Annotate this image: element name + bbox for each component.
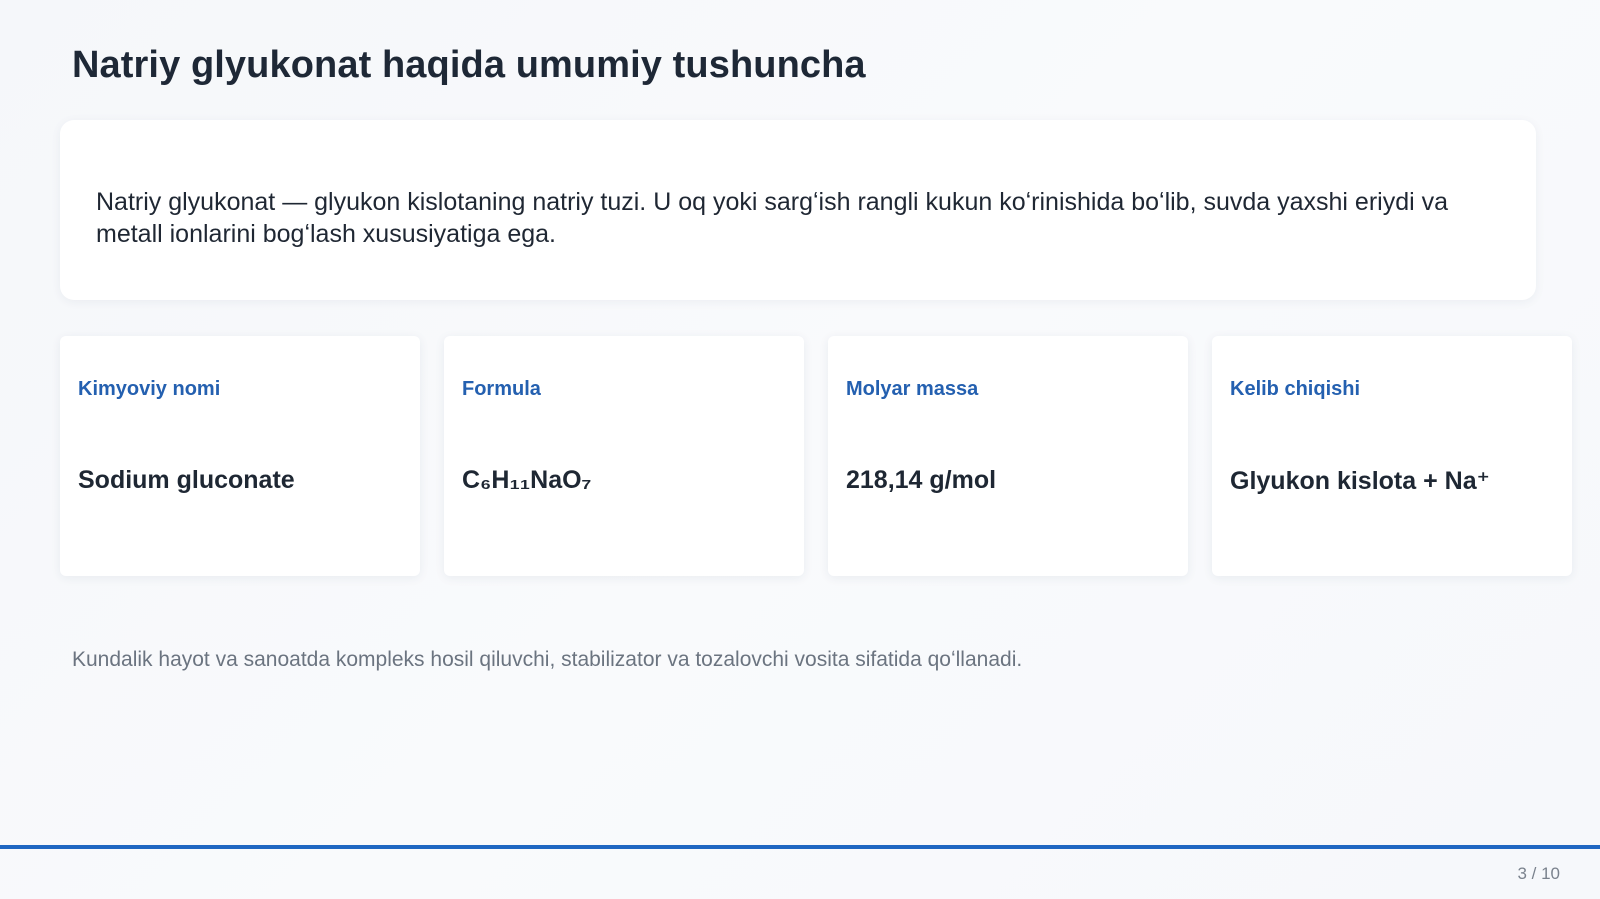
card-formula: Formula C₆H₁₁NaO₇	[444, 336, 804, 576]
footnote: Kundalik hayot va sanoatda kompleks hosi…	[72, 648, 1023, 671]
card-origin: Kelib chiqishi Glyukon kislota + Na⁺	[1212, 336, 1572, 576]
intro-card: Natriy glyukonat — glyukon kislotaning n…	[60, 120, 1536, 300]
card-label: Molyar massa	[846, 378, 979, 400]
card-value: Sodium gluconate	[78, 466, 295, 494]
card-value: 218,14 g/mol	[846, 466, 997, 494]
card-label: Kimyoviy nomi	[78, 378, 221, 400]
bottom-divider	[0, 845, 1600, 849]
card-molar-mass: Molyar massa 218,14 g/mol	[828, 336, 1188, 576]
info-cards: Kimyoviy nomi Sodium gluconate Formula C…	[60, 336, 1572, 576]
card-label: Formula	[462, 378, 541, 400]
card-label: Kelib chiqishi	[1230, 378, 1361, 400]
card-value: C₆H₁₁NaO₇	[462, 466, 592, 494]
intro-text: Natriy glyukonat — glyukon kislotaning n…	[96, 188, 1449, 248]
page-number: 3 / 10	[1517, 864, 1560, 883]
slide-title: Natriy glyukonat haqida umumiy tushuncha	[72, 44, 866, 86]
card-chemical-name: Kimyoviy nomi Sodium gluconate	[60, 336, 420, 576]
card-value: Glyukon kislota + Na⁺	[1230, 467, 1490, 495]
